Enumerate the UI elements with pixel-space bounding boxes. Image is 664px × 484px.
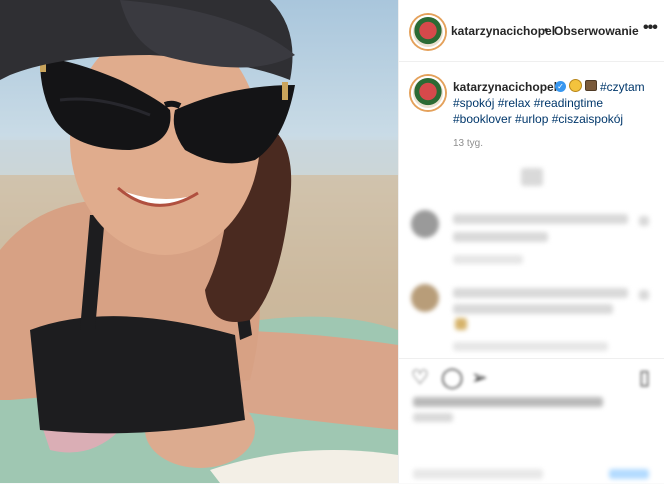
verified-badge-icon: ✓ <box>555 81 566 92</box>
hashtag-czytam[interactable]: #czytam <box>600 80 645 94</box>
comment-avatar[interactable] <box>411 284 439 312</box>
caption-avatar[interactable] <box>411 76 445 110</box>
separator-dot: • <box>544 23 549 37</box>
post-header: katarzynacichopel • Obserwowanie ••• <box>399 0 664 62</box>
share-icon[interactable]: ➢ <box>471 365 488 390</box>
comment-avatar[interactable] <box>411 210 439 238</box>
hashtag-line-3[interactable]: #booklover #urlop #ciszaispokój <box>453 112 623 126</box>
comment-emoji <box>455 318 467 330</box>
bookmark-icon[interactable]: ▯ <box>639 365 650 390</box>
comment-meta <box>453 255 523 264</box>
avatar[interactable] <box>411 15 445 49</box>
post-time: 13 tyg. <box>453 138 484 149</box>
add-comment-input[interactable] <box>413 469 543 479</box>
username-link[interactable]: katarzynacichopel <box>451 24 555 38</box>
heart-icon[interactable]: ♡ <box>411 365 429 390</box>
publish-button[interactable] <box>609 469 649 479</box>
caption-username-link[interactable]: katarzynacichopek <box>453 80 560 94</box>
likes-text <box>413 413 453 422</box>
comment-like-icon[interactable] <box>639 290 649 300</box>
more-options-icon[interactable]: ••• <box>643 19 658 37</box>
sun-emoji-icon <box>569 79 582 92</box>
comment-text <box>453 304 613 314</box>
comment-text <box>453 288 628 298</box>
comment-icon[interactable]: ◯ <box>441 365 463 390</box>
photo-illustration <box>0 0 398 483</box>
post-sidebar: katarzynacichopel • Obserwowanie ••• kat… <box>398 0 664 483</box>
post-actions: ♡ ◯ ➢ ▯ <box>399 358 664 484</box>
comment-text <box>453 214 628 224</box>
book-emoji-icon <box>585 80 597 91</box>
comment-text <box>453 232 548 242</box>
comment-like-icon[interactable] <box>639 216 649 226</box>
follow-button[interactable]: Obserwowanie <box>554 24 639 38</box>
comment-meta <box>453 342 608 351</box>
hashtag-line-2[interactable]: #spokój #relax #readingtime <box>453 96 603 110</box>
likes-count[interactable] <box>413 397 603 407</box>
load-more-icon[interactable] <box>521 168 543 186</box>
post-photo[interactable] <box>0 0 398 483</box>
